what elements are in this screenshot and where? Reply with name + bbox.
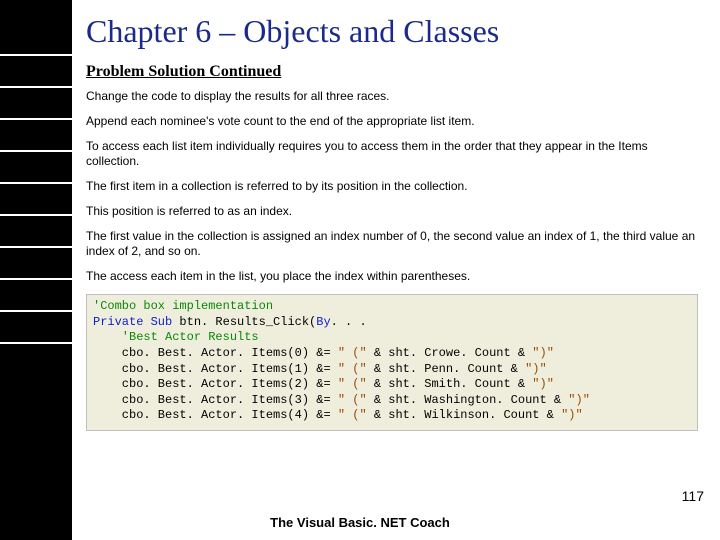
slide-page: Chapter 6 – Objects and Classes Problem …	[0, 0, 720, 540]
footer-text: The Visual Basic. NET Coach	[0, 515, 720, 530]
sidebar-stripe	[0, 86, 72, 88]
page-number: 117	[682, 488, 704, 504]
sidebar-stripe	[0, 118, 72, 120]
paragraph: Change the code to display the results f…	[86, 89, 700, 104]
paragraph: To access each list item individually re…	[86, 139, 700, 169]
sidebar-stripe	[0, 278, 72, 280]
paragraph: The first value in the collection is ass…	[86, 229, 700, 259]
paragraph: The first item in a collection is referr…	[86, 179, 700, 194]
content-area: Chapter 6 – Objects and Classes Problem …	[86, 14, 700, 431]
sidebar-stripe	[0, 182, 72, 184]
section-heading: Problem Solution Continued	[86, 63, 700, 81]
paragraph: The access each item in the list, you pl…	[86, 269, 700, 284]
sidebar-stripe	[0, 246, 72, 248]
paragraph: Append each nominee's vote count to the …	[86, 114, 700, 129]
sidebar-stripe	[0, 150, 72, 152]
paragraph: This position is referred to as an index…	[86, 204, 700, 219]
code-block: 'Combo box implementation Private Sub bt…	[86, 294, 698, 431]
sidebar-stripe	[0, 54, 72, 56]
chapter-title: Chapter 6 – Objects and Classes	[86, 14, 700, 49]
sidebar-stripe	[0, 214, 72, 216]
sidebar-decoration	[0, 0, 72, 540]
sidebar-stripe	[0, 310, 72, 312]
sidebar-stripe	[0, 342, 72, 344]
